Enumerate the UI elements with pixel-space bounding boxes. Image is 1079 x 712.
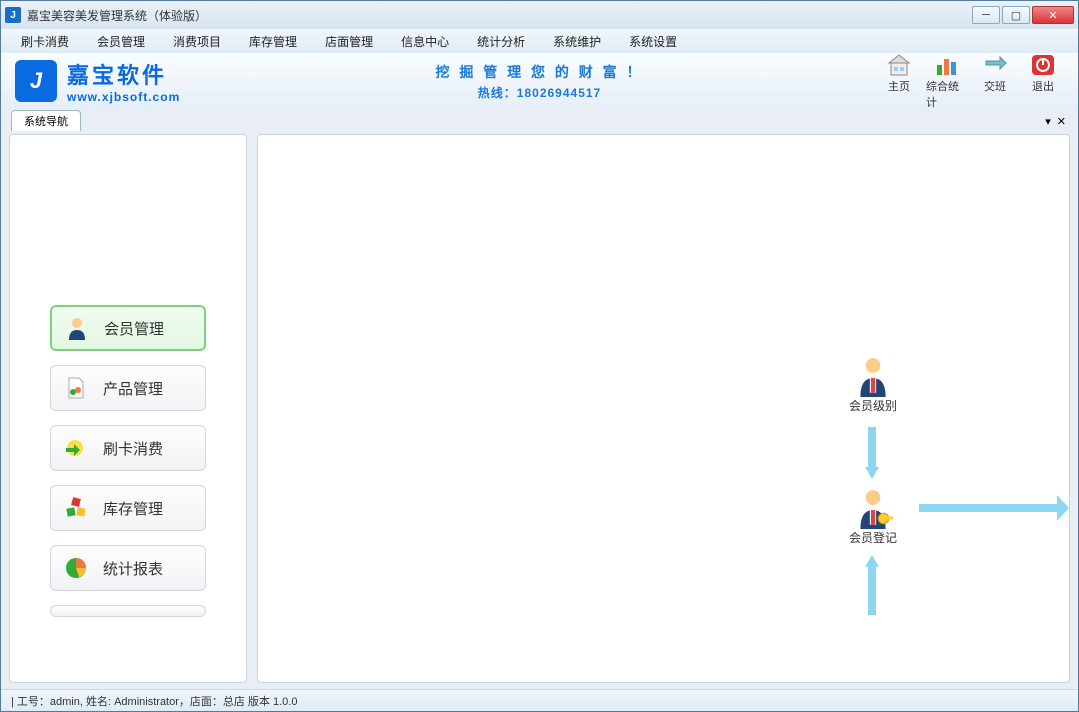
flow-node-register-label: 会员登记 xyxy=(849,529,897,546)
nav-member-label: 会员管理 xyxy=(104,318,164,339)
menu-info[interactable]: 信息中心 xyxy=(393,30,457,53)
tool-home[interactable]: 主页 xyxy=(878,52,920,110)
menu-maintain[interactable]: 系统维护 xyxy=(545,30,609,53)
nav-partial[interactable] xyxy=(50,605,206,617)
app-icon: J xyxy=(5,7,21,23)
nav-report-label: 统计报表 xyxy=(103,558,163,579)
tab-controls: ▾ ✕ xyxy=(1045,115,1066,128)
tool-shift-label: 交班 xyxy=(984,78,1006,94)
flow-node-level-label: 会员级别 xyxy=(849,397,897,414)
nav-product-label: 产品管理 xyxy=(103,378,163,399)
hotline-label: 热线： xyxy=(478,86,517,100)
businessman-key-icon xyxy=(852,487,894,529)
nav-stock-label: 库存管理 xyxy=(103,498,163,519)
person-icon xyxy=(64,315,90,341)
tool-shift[interactable]: 交班 xyxy=(974,52,1016,110)
menu-member[interactable]: 会员管理 xyxy=(89,30,153,53)
card-arrow-icon xyxy=(63,435,89,461)
menubar: 刷卡消费 会员管理 消费项目 库存管理 店面管理 信息中心 统计分析 系统维护 … xyxy=(1,29,1078,53)
statusbar: | 工号：admin, 姓名: Administrator，店面：总店 版本 1… xyxy=(1,689,1078,711)
brand-slogan: 挖 掘 管 理 您 的 财 富 ！ 热线：18026944517 xyxy=(435,62,643,101)
menu-analysis[interactable]: 统计分析 xyxy=(469,30,533,53)
boxes-icon xyxy=(63,495,89,521)
nav-product[interactable]: 产品管理 xyxy=(50,365,206,411)
arrow-right-icon xyxy=(919,495,1069,521)
home-icon xyxy=(885,52,913,78)
tab-navigation[interactable]: 系统导航 xyxy=(11,110,81,131)
power-icon xyxy=(1029,52,1057,78)
tab-close-icon[interactable]: ✕ xyxy=(1057,115,1066,128)
brand-text: 嘉宝软件 www.xjbsoft.com xyxy=(67,58,180,104)
tab-dropdown-icon[interactable]: ▾ xyxy=(1045,115,1051,128)
tool-exit[interactable]: 退出 xyxy=(1022,52,1064,110)
menu-store[interactable]: 店面管理 xyxy=(317,30,381,53)
businessman-icon xyxy=(852,355,894,397)
flow-node-level[interactable]: 会员级别 xyxy=(849,355,897,414)
tool-exit-label: 退出 xyxy=(1032,78,1054,94)
slogan-text: 挖 掘 管 理 您 的 财 富 ！ xyxy=(435,62,643,82)
tool-home-label: 主页 xyxy=(888,78,910,94)
flowchart: 会员级别 会员登记 xyxy=(789,355,1069,682)
menu-consume[interactable]: 消费项目 xyxy=(165,30,229,53)
hotline: 热线：18026944517 xyxy=(435,84,643,101)
flow-node-register[interactable]: 会员登记 xyxy=(849,487,897,546)
tool-stats-label: 综合统计 xyxy=(926,78,968,110)
workspace: 会员管理 产品管理 刷卡消费 库存管理 xyxy=(9,134,1070,683)
window-title: 嘉宝美容美发管理系统（体验版） xyxy=(27,7,972,24)
bar-chart-icon xyxy=(933,52,961,78)
brand-name: 嘉宝软件 xyxy=(67,58,180,90)
close-button[interactable]: ✕ xyxy=(1032,6,1074,24)
menu-swipe[interactable]: 刷卡消费 xyxy=(13,30,77,53)
tool-stats[interactable]: 综合统计 xyxy=(926,52,968,110)
nav-swipe[interactable]: 刷卡消费 xyxy=(50,425,206,471)
brandbar: J 嘉宝软件 www.xjbsoft.com 挖 掘 管 理 您 的 财 富 ！… xyxy=(1,53,1078,109)
document-icon xyxy=(63,375,89,401)
arrow-down-icon xyxy=(865,427,879,479)
content-panel: 会员级别 会员登记 xyxy=(257,134,1070,683)
swap-icon xyxy=(981,52,1009,78)
logo-icon: J xyxy=(15,60,57,102)
titlebar: J 嘉宝美容美发管理系统（体验版） ─ ▢ ✕ xyxy=(1,1,1078,29)
nav-panel: 会员管理 产品管理 刷卡消费 库存管理 xyxy=(9,134,247,683)
maximize-button[interactable]: ▢ xyxy=(1002,6,1030,24)
brand-url: www.xjbsoft.com xyxy=(67,90,180,104)
menu-settings[interactable]: 系统设置 xyxy=(621,30,685,53)
minimize-button[interactable]: ─ xyxy=(972,6,1000,24)
nav-swipe-label: 刷卡消费 xyxy=(103,438,163,459)
arrow-up-icon xyxy=(865,555,879,615)
window-controls: ─ ▢ ✕ xyxy=(972,6,1074,24)
pie-chart-icon xyxy=(63,555,89,581)
toolbar: 主页 综合统计 交班 退出 xyxy=(878,52,1064,110)
nav-report[interactable]: 统计报表 xyxy=(50,545,206,591)
hotline-number: 18026944517 xyxy=(517,86,601,100)
menu-stock[interactable]: 库存管理 xyxy=(241,30,305,53)
nav-member[interactable]: 会员管理 xyxy=(50,305,206,351)
nav-stock[interactable]: 库存管理 xyxy=(50,485,206,531)
app-window: J 嘉宝美容美发管理系统（体验版） ─ ▢ ✕ 刷卡消费 会员管理 消费项目 库… xyxy=(0,0,1079,712)
tabbar: 系统导航 ▾ ✕ xyxy=(1,109,1078,131)
status-text: | 工号：admin, 姓名: Administrator，店面：总店 版本 1… xyxy=(11,693,297,709)
